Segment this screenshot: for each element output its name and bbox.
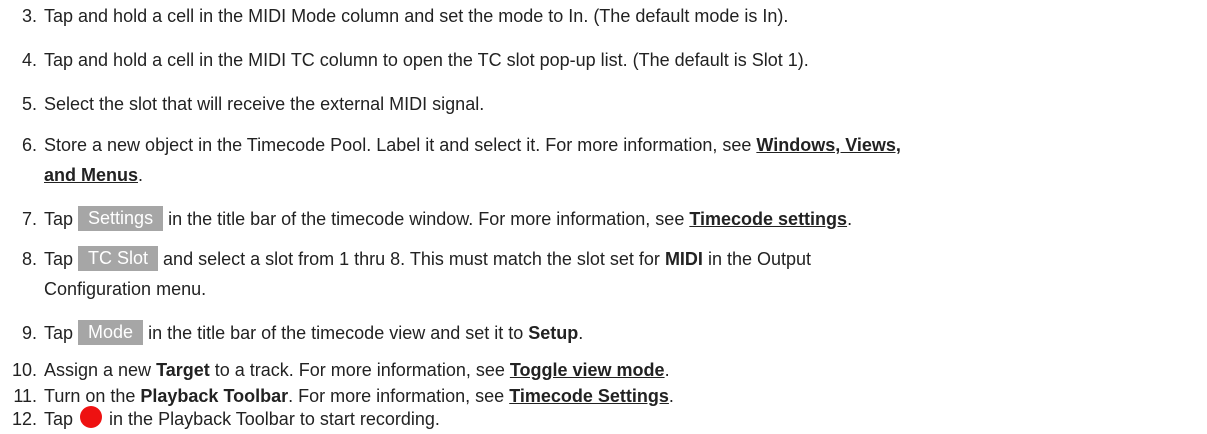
step-text: Store a new object in the Timecode Pool.…: [44, 130, 1207, 160]
step-text-line2: Configuration menu.: [44, 279, 207, 299]
bold-term-playback-toolbar: Playback Toolbar: [140, 386, 289, 406]
step-text: Tap Mode in the title bar of the timecod…: [44, 318, 1207, 348]
settings-button[interactable]: Settings: [78, 206, 164, 231]
step-text-part: . For more information, see: [288, 386, 510, 406]
step-text-part: and select a slot from 1 thru 8. This mu…: [158, 249, 665, 269]
step-text-part: .: [578, 323, 584, 343]
record-icon[interactable]: [80, 406, 103, 428]
step-text-part: .: [847, 209, 853, 229]
step-8: 8. Tap TC Slot and select a slot from 1 …: [0, 244, 1207, 304]
step-text-part: in the title bar of the timecode window.…: [163, 209, 690, 229]
step-text-part: in the title bar of the timecode view an…: [143, 323, 529, 343]
step-text-part: Tap: [44, 323, 79, 343]
link-timecode-settings[interactable]: Timecode settings: [689, 209, 847, 229]
step-text: Tap Settings in the title bar of the tim…: [44, 204, 1207, 234]
step-text-part: .: [138, 165, 144, 185]
step-text: Tap and hold a cell in the MIDI Mode col…: [44, 6, 789, 26]
bold-term-setup: Setup: [528, 323, 579, 343]
step-text-part: Store a new object in the Timecode Pool.…: [44, 135, 757, 155]
step-12: 12. Tap in the Playback Toolbar to start…: [0, 404, 1207, 434]
bold-term-midi: MIDI: [664, 249, 703, 269]
step-text-part: Tap: [44, 249, 79, 269]
step-3: 3. Tap and hold a cell in the MIDI Mode …: [0, 1, 1207, 31]
step-number: 6.: [21, 135, 37, 155]
step-number: 12.: [11, 409, 37, 429]
step-text: Tap and hold a cell in the MIDI TC colum…: [44, 50, 809, 70]
bold-term-target: Target: [156, 360, 210, 380]
tc-slot-button[interactable]: TC Slot: [78, 246, 159, 271]
step-text: Tap in the Playback Toolbar to start rec…: [44, 404, 1207, 434]
step-7: 7. Tap Settings in the title bar of the …: [0, 204, 1207, 234]
step-text-line2: and Menus.: [44, 160, 143, 190]
step-text-part: .: [664, 360, 670, 380]
step-text-part: Turn on the: [44, 386, 141, 406]
step-5: 5. Select the slot that will receive the…: [0, 89, 1207, 119]
step-text-part: Tap: [44, 209, 79, 229]
step-number: 9.: [21, 323, 37, 343]
step-6: 6. Store a new object in the Timecode Po…: [0, 130, 1207, 190]
step-number: 8.: [21, 249, 37, 269]
link-windows-views-menus-continued[interactable]: and Menus: [44, 165, 138, 185]
step-9: 9. Tap Mode in the title bar of the time…: [0, 318, 1207, 348]
link-toggle-view-mode[interactable]: Toggle view mode: [510, 360, 665, 380]
step-text-part: in the Output: [702, 249, 812, 269]
link-windows-views-menus[interactable]: Windows, Views,: [756, 135, 901, 155]
step-number: 3.: [21, 6, 37, 26]
mode-button[interactable]: Mode: [78, 320, 144, 345]
step-number: 5.: [21, 94, 37, 114]
link-timecode-settings-2[interactable]: Timecode Settings: [509, 386, 669, 406]
step-4: 4. Tap and hold a cell in the MIDI TC co…: [0, 45, 1207, 75]
step-text-part: in the Playback Toolbar to start recordi…: [104, 409, 440, 429]
step-text: Select the slot that will receive the ex…: [44, 94, 485, 114]
step-text-part: .: [668, 386, 674, 406]
step-text-part: Assign a new: [44, 360, 157, 380]
step-text-part: to a track. For more information, see: [209, 360, 510, 380]
step-text: Tap TC Slot and select a slot from 1 thr…: [44, 244, 1207, 274]
step-number: 7.: [21, 209, 37, 229]
step-number: 4.: [21, 50, 37, 70]
step-text-part: Tap: [44, 409, 79, 429]
